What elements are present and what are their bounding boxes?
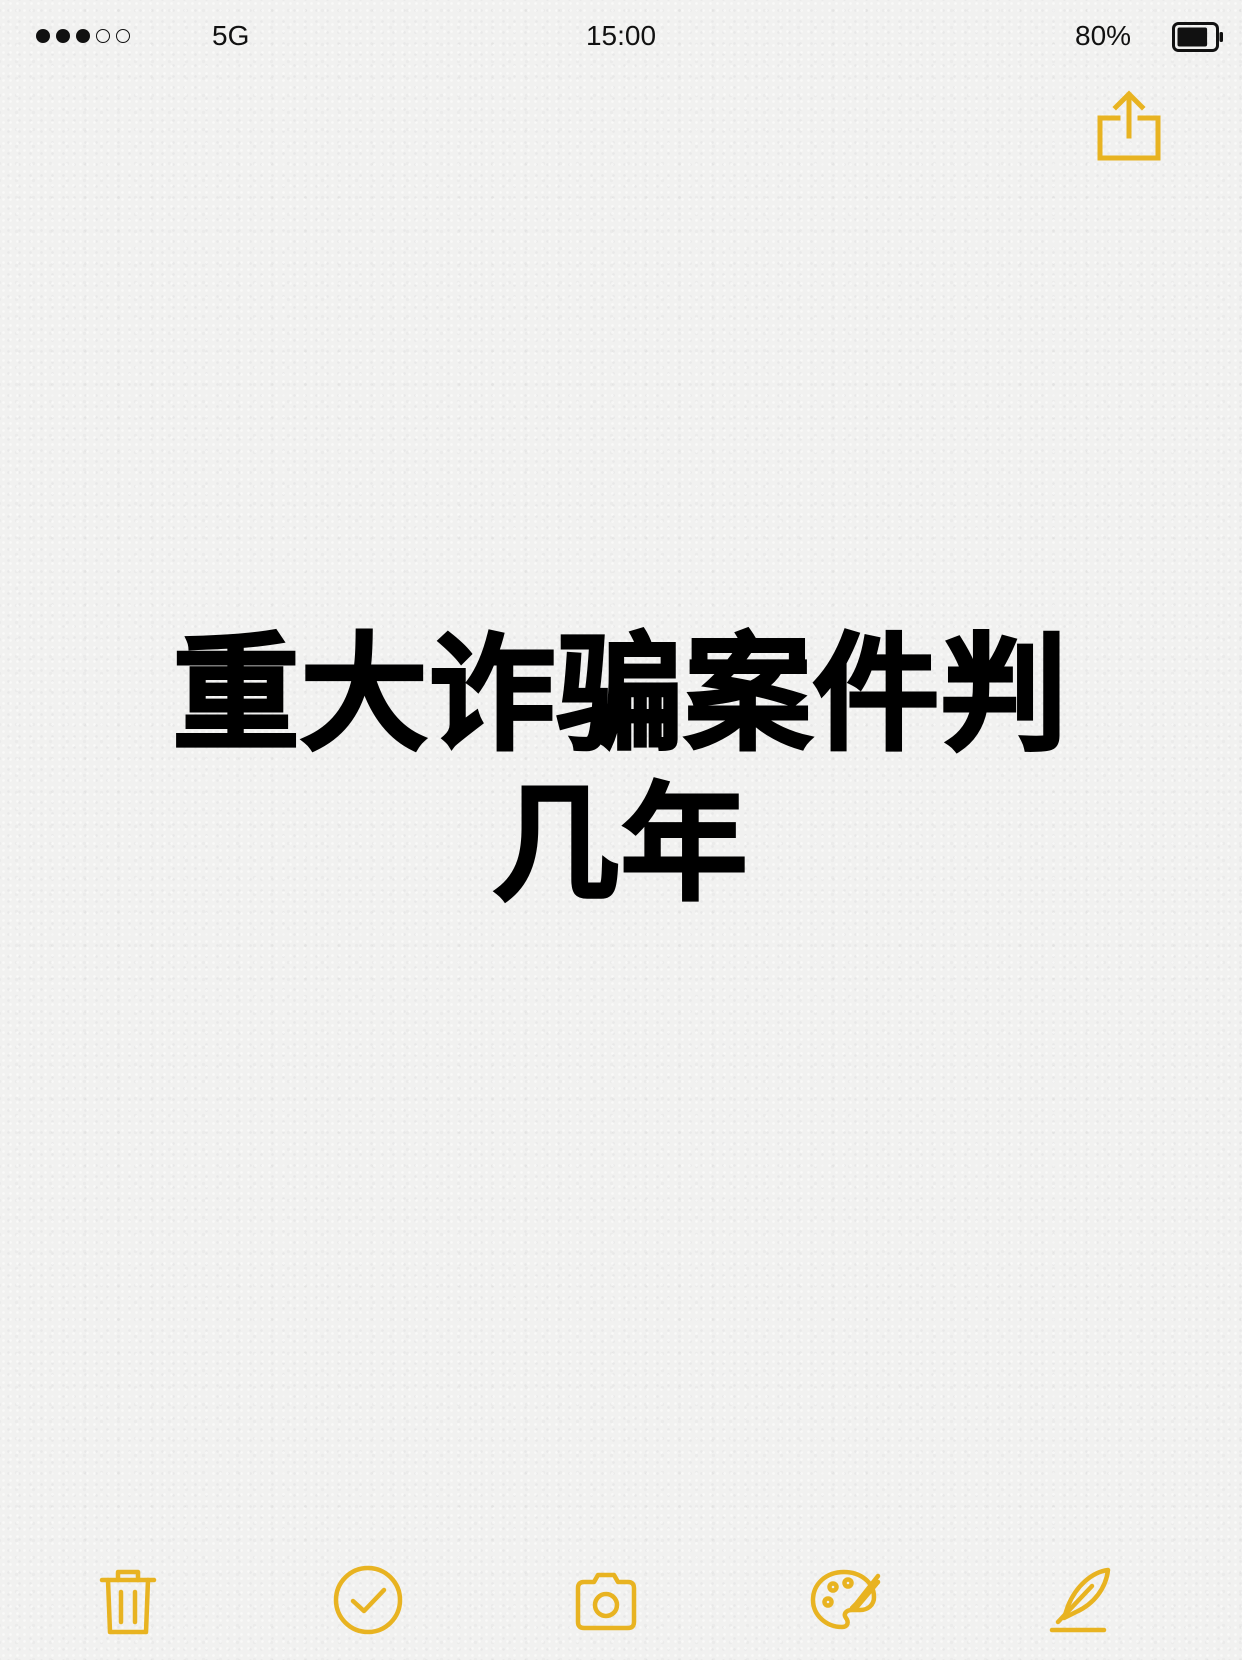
note-title-line: 几年	[492, 770, 749, 920]
battery-percentage: 80%	[1075, 20, 1132, 51]
palette-icon	[810, 1569, 881, 1630]
delete-button[interactable]	[88, 1560, 168, 1640]
share-button[interactable]	[1096, 90, 1162, 162]
status-bar: 5G 15:00 80%	[0, 0, 1242, 76]
trash-icon	[99, 1569, 157, 1635]
note-title-line: 重大诈骗案件判	[172, 620, 1069, 770]
checkmark-circle-icon	[333, 1565, 403, 1635]
camera-icon	[575, 1572, 637, 1631]
note-title: 重大诈骗案件判 几年	[150, 620, 1092, 920]
camera-button[interactable]	[566, 1560, 646, 1640]
battery-fill	[1177, 27, 1208, 47]
share-icon	[1097, 90, 1161, 161]
pen-icon	[1049, 1567, 1111, 1633]
bottom-toolbar	[0, 1560, 1242, 1640]
battery-icon	[1172, 22, 1223, 52]
drawing-button[interactable]	[804, 1560, 884, 1640]
status-time: 15:00	[585, 20, 657, 51]
compose-button[interactable]	[1042, 1560, 1122, 1640]
checklist-button[interactable]	[328, 1560, 408, 1640]
